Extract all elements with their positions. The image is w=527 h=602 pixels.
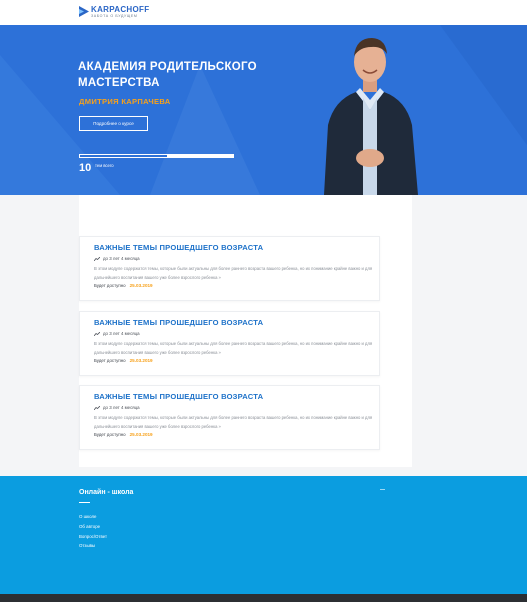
module-description: В этом модуле содержатся темы, которые б… (94, 415, 373, 429)
logo-mark-icon (79, 6, 89, 17)
availability-label: Будет доступно (94, 283, 126, 288)
logo-tagline: ЗАБОТА О БУДУЩЕМ (91, 14, 138, 18)
course-details-button[interactable]: Подробнее о курсе (79, 116, 148, 131)
logo-name: KARPACHOFF (91, 5, 150, 14)
module-age-text: до 3 лет 4 месяца (103, 405, 140, 410)
course-progress-bar (79, 154, 234, 158)
bottom-bar (0, 594, 527, 602)
module-card[interactable]: Важные темы прошедшего возраста до 3 лет… (79, 385, 380, 450)
module-title[interactable]: Важные темы прошедшего возраста (94, 318, 263, 327)
footer: Онлайн - школа О школе Об авторе Вопрос/… (0, 476, 527, 594)
top-header: KARPACHOFF ЗАБОТА О БУДУЩЕМ (0, 0, 527, 25)
age-icon (94, 405, 100, 410)
footer-title: Онлайн - школа (79, 489, 134, 496)
module-age: до 3 лет 4 месяца (94, 405, 140, 410)
age-icon (94, 331, 100, 336)
module-title[interactable]: Важные темы прошедшего возраста (94, 243, 263, 252)
course-author: Дмитрия Карпачева (79, 97, 171, 106)
availability-date: 25.03.2019 (129, 432, 153, 437)
page: KARPACHOFF ЗАБОТА О БУДУЩЕМ Академия род… (0, 0, 527, 602)
topics-count: 10 (79, 162, 92, 174)
module-title[interactable]: Важные темы прошедшего возраста (94, 392, 263, 401)
footer-link-about-author[interactable]: Об авторе (79, 522, 107, 532)
footer-link-faq[interactable]: Вопрос/Ответ (79, 532, 107, 542)
topics-count-label: тем всего (95, 163, 114, 168)
age-icon (94, 256, 100, 261)
module-description: В этом модуле содержатся темы, которые б… (94, 341, 373, 355)
availability-label: Будет доступно (94, 358, 126, 363)
hero-banner: Академия родительского мастерства Дмитри… (0, 25, 527, 195)
availability-date: 25.03.2019 (129, 283, 153, 288)
module-availability: Будет доступно 25.03.2019 (94, 283, 153, 288)
course-title: Академия родительского мастерства (78, 61, 257, 89)
module-age-text: до 3 лет 4 месяца (103, 331, 140, 336)
logo[interactable]: KARPACHOFF ЗАБОТА О БУДУЩЕМ (79, 6, 149, 19)
author-photo (324, 38, 418, 195)
footer-divider (79, 502, 90, 503)
module-availability: Будет доступно 25.03.2019 (94, 432, 153, 437)
module-availability: Будет доступно 25.03.2019 (94, 358, 153, 363)
module-age: до 3 лет 4 месяца (94, 256, 140, 261)
module-description: В этом модуле содержатся темы, которые б… (94, 266, 373, 280)
logo-text: KARPACHOFF ЗАБОТА О БУДУЩЕМ (91, 6, 149, 19)
module-age-text: до 3 лет 4 месяца (103, 256, 140, 261)
footer-decor-dash (380, 489, 385, 490)
module-card[interactable]: Важные темы прошедшего возраста до 3 лет… (79, 311, 380, 376)
module-card[interactable]: Важные темы прошедшего возраста до 3 лет… (79, 236, 380, 301)
module-age: до 3 лет 4 месяца (94, 331, 140, 336)
availability-label: Будет доступно (94, 432, 126, 437)
course-progress-fill (80, 155, 168, 157)
footer-menu: О школе Об авторе Вопрос/Ответ Отзывы (79, 512, 107, 551)
availability-date: 25.03.2019 (129, 358, 153, 363)
footer-link-about-school[interactable]: О школе (79, 512, 107, 522)
footer-link-reviews[interactable]: Отзывы (79, 541, 107, 551)
